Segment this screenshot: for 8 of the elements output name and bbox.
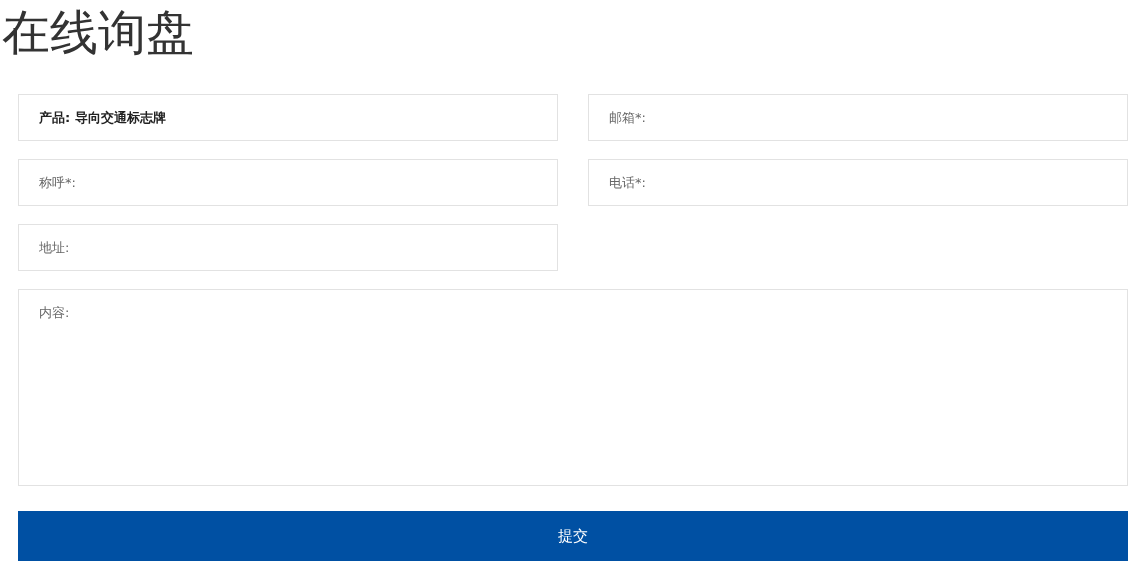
input-field[interactable]: 称呼*:	[18, 159, 558, 206]
page-title: 在线询盘	[2, 3, 194, 62]
input-field[interactable]: 电话*:	[588, 159, 1128, 206]
input-field[interactable]: 地址:	[18, 224, 558, 271]
content-field[interactable]: 内容:	[18, 289, 1128, 486]
input-field[interactable]: 产品: 导向交通标志牌	[18, 94, 558, 141]
input-field[interactable]: 邮箱*:	[588, 94, 1128, 141]
submit-button[interactable]: 提交	[18, 511, 1128, 561]
